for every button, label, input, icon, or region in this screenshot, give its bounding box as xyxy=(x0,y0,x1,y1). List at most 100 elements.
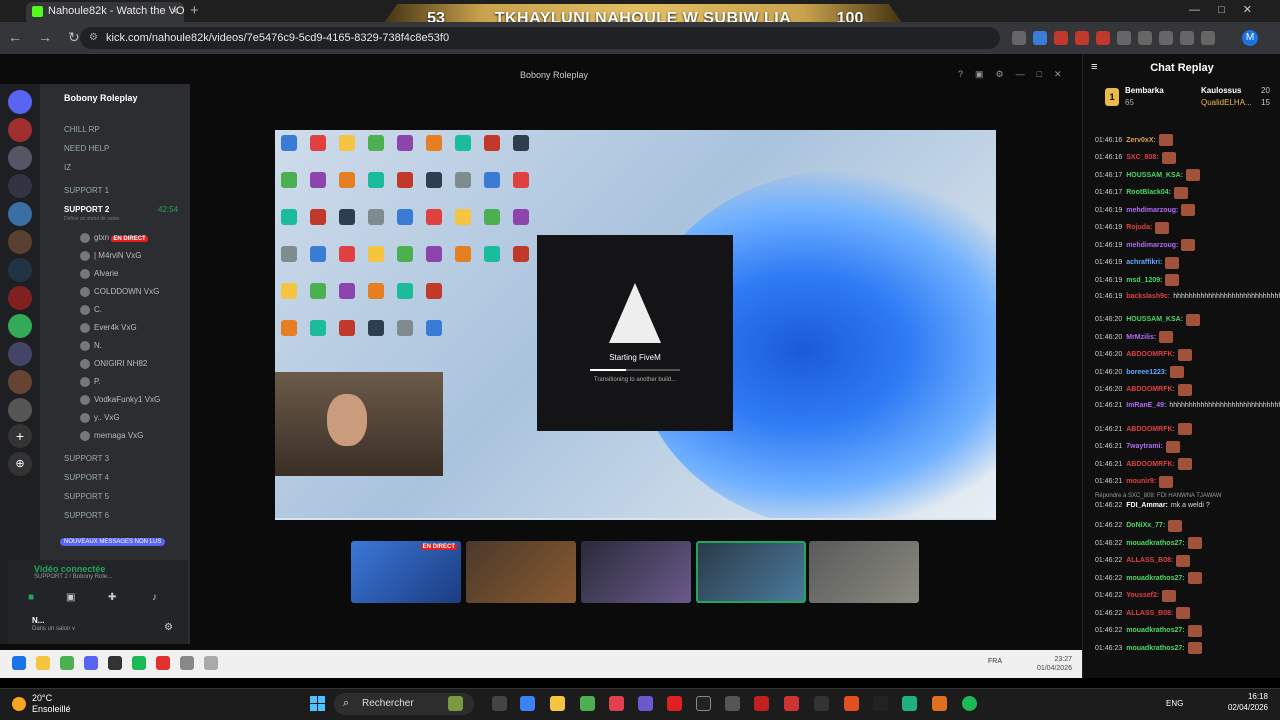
chrome-icon[interactable] xyxy=(580,696,595,711)
task-view-icon[interactable] xyxy=(492,696,507,711)
server-icon[interactable] xyxy=(8,286,32,310)
chat-username[interactable]: achraffikri: xyxy=(1126,259,1162,266)
discord-window-controls[interactable]: ?▣⚙—□✕ xyxy=(958,69,1074,80)
channel-support-5[interactable]: SUPPORT 5 xyxy=(64,492,109,501)
extension-icon[interactable] xyxy=(1117,31,1131,45)
extension-icon[interactable] xyxy=(1201,31,1215,45)
chat-username[interactable]: mouadkrathos27: xyxy=(1126,575,1184,582)
spotify-icon[interactable] xyxy=(962,696,977,711)
desktop-shortcut-icon[interactable] xyxy=(368,283,384,299)
chrome-icon[interactable] xyxy=(60,656,74,670)
server-icon[interactable] xyxy=(8,370,32,394)
app-icon[interactable] xyxy=(156,656,170,670)
voice-user[interactable]: Alvarie xyxy=(80,269,118,279)
chat-username[interactable]: backslash9c: xyxy=(1126,293,1170,300)
widget-icon[interactable] xyxy=(448,696,463,711)
my-username[interactable]: N... xyxy=(32,616,44,625)
app-icon[interactable] xyxy=(902,696,917,711)
desktop-shortcut-icon[interactable] xyxy=(484,209,500,225)
server-name[interactable]: Bobony Roleplay xyxy=(64,93,138,103)
chat-message-list[interactable]: 01:46:16 Zerv0xX: 01:46:16 SXC_808: 01:46:17… xyxy=(1083,134,1280,678)
window-controls[interactable]: —□✕ xyxy=(1189,3,1270,16)
chat-username[interactable]: ALLASS_B08: xyxy=(1126,610,1173,617)
participant-tile-speaking[interactable] xyxy=(696,541,806,603)
app-icon[interactable] xyxy=(609,696,624,711)
desktop-shortcut-icon[interactable] xyxy=(339,283,355,299)
extension-icon[interactable] xyxy=(1033,31,1047,45)
voice-user[interactable]: Ever4k VxG xyxy=(80,323,137,333)
desktop-shortcut-icon[interactable] xyxy=(513,135,529,151)
app-icon[interactable] xyxy=(932,696,947,711)
app-icon[interactable] xyxy=(204,656,218,670)
desktop-shortcut-icon[interactable] xyxy=(310,209,326,225)
explore-icon[interactable]: ⊕ xyxy=(8,452,32,476)
desktop-shortcut-icon[interactable] xyxy=(484,135,500,151)
server-icon[interactable] xyxy=(8,146,32,170)
app-icon[interactable] xyxy=(696,696,711,711)
screen-share-icon[interactable]: ▣ xyxy=(66,592,75,603)
inner-lang[interactable]: FRA xyxy=(988,658,1002,665)
desktop-shortcut-icon[interactable] xyxy=(368,209,384,225)
server-icon[interactable] xyxy=(8,230,32,254)
chat-username[interactable]: mouadkrathos27: xyxy=(1126,540,1184,547)
chat-username[interactable]: ABDOOMRFK: xyxy=(1126,461,1175,468)
desktop-shortcut-icon[interactable] xyxy=(426,246,442,262)
desktop-shortcut-icon[interactable] xyxy=(426,172,442,188)
desktop-shortcut-icon[interactable] xyxy=(455,135,471,151)
chat-username[interactable]: ABDOOMRFK: xyxy=(1126,386,1175,393)
desktop-shortcut-icon[interactable] xyxy=(426,135,442,151)
discord-icon[interactable] xyxy=(84,656,98,670)
participant-tile[interactable]: EN DIRECT xyxy=(351,541,461,603)
desktop-shortcut-icon[interactable] xyxy=(310,246,326,262)
chat-username[interactable]: HOUSSAM_KSA: xyxy=(1126,172,1183,179)
copilot-icon[interactable] xyxy=(520,696,535,711)
channel-support-1[interactable]: SUPPORT 1 xyxy=(64,186,109,195)
chat-username[interactable]: mouadkrathos27: xyxy=(1126,627,1184,634)
desktop-shortcut-icon[interactable] xyxy=(339,172,355,188)
voice-user[interactable]: | M4rviN VxG xyxy=(80,251,141,261)
chat-username[interactable]: ABDOOMRFK: xyxy=(1126,351,1175,358)
server-icon[interactable] xyxy=(8,258,32,282)
app-icon[interactable] xyxy=(180,656,194,670)
chat-username[interactable]: SXC_808: xyxy=(1126,154,1158,161)
channel-iz[interactable]: IZ xyxy=(64,163,71,172)
desktop-shortcut-icon[interactable] xyxy=(484,246,500,262)
server-icon[interactable] xyxy=(8,398,32,422)
activities-icon[interactable]: ✚ xyxy=(108,592,116,603)
server-icon[interactable] xyxy=(8,90,32,114)
channel-need-help[interactable]: NEED HELP xyxy=(64,144,109,153)
channel-support-3[interactable]: SUPPORT 3 xyxy=(64,454,109,463)
voice-connected-label[interactable]: Vidéo connectée xyxy=(34,564,105,574)
chat-username[interactable]: FDI_Ammar: xyxy=(1126,502,1168,509)
desktop-shortcut-icon[interactable] xyxy=(484,172,500,188)
desktop-shortcut-icon[interactable] xyxy=(368,246,384,262)
chat-username[interactable]: Rojuda: xyxy=(1126,224,1152,231)
server-icon[interactable] xyxy=(8,118,32,142)
extension-icon[interactable] xyxy=(1012,31,1026,45)
app-icon[interactable] xyxy=(725,696,740,711)
participant-tile[interactable] xyxy=(809,541,919,603)
desktop-shortcut-icon[interactable] xyxy=(281,172,297,188)
soundboard-icon[interactable]: ♪ xyxy=(152,592,157,603)
participant-tile[interactable] xyxy=(466,541,576,603)
voice-user[interactable]: ONIGIRI NH82 xyxy=(80,359,147,369)
desktop-shortcut-icon[interactable] xyxy=(397,283,413,299)
url-field[interactable]: ⚙ kick.com/nahoule82k/videos/7e5476c9-5c… xyxy=(80,27,1000,49)
app-icon[interactable] xyxy=(108,656,122,670)
desktop-shortcut-icon[interactable] xyxy=(513,209,529,225)
chat-username[interactable]: ABDOOMRFK: xyxy=(1126,426,1175,433)
chat-username[interactable]: Zerv0xX: xyxy=(1126,137,1156,144)
server-icon[interactable] xyxy=(8,174,32,198)
participant-tile[interactable] xyxy=(581,541,691,603)
desktop-shortcut-icon[interactable] xyxy=(339,135,355,151)
voice-user[interactable]: N. xyxy=(80,341,102,351)
voice-user[interactable]: VodkaFunky1 VxG xyxy=(80,395,160,405)
desktop-shortcut-icon[interactable] xyxy=(397,135,413,151)
browser-tab[interactable]: Nahoule82k - Watch the VO × xyxy=(26,2,184,22)
chat-username[interactable]: boreee1223: xyxy=(1126,369,1167,376)
profile-avatar[interactable]: M xyxy=(1242,30,1258,46)
chat-username[interactable]: ALLASS_B08: xyxy=(1126,557,1173,564)
extension-icon[interactable] xyxy=(1159,31,1173,45)
explorer-icon[interactable] xyxy=(36,656,50,670)
desktop-shortcut-icon[interactable] xyxy=(281,135,297,151)
